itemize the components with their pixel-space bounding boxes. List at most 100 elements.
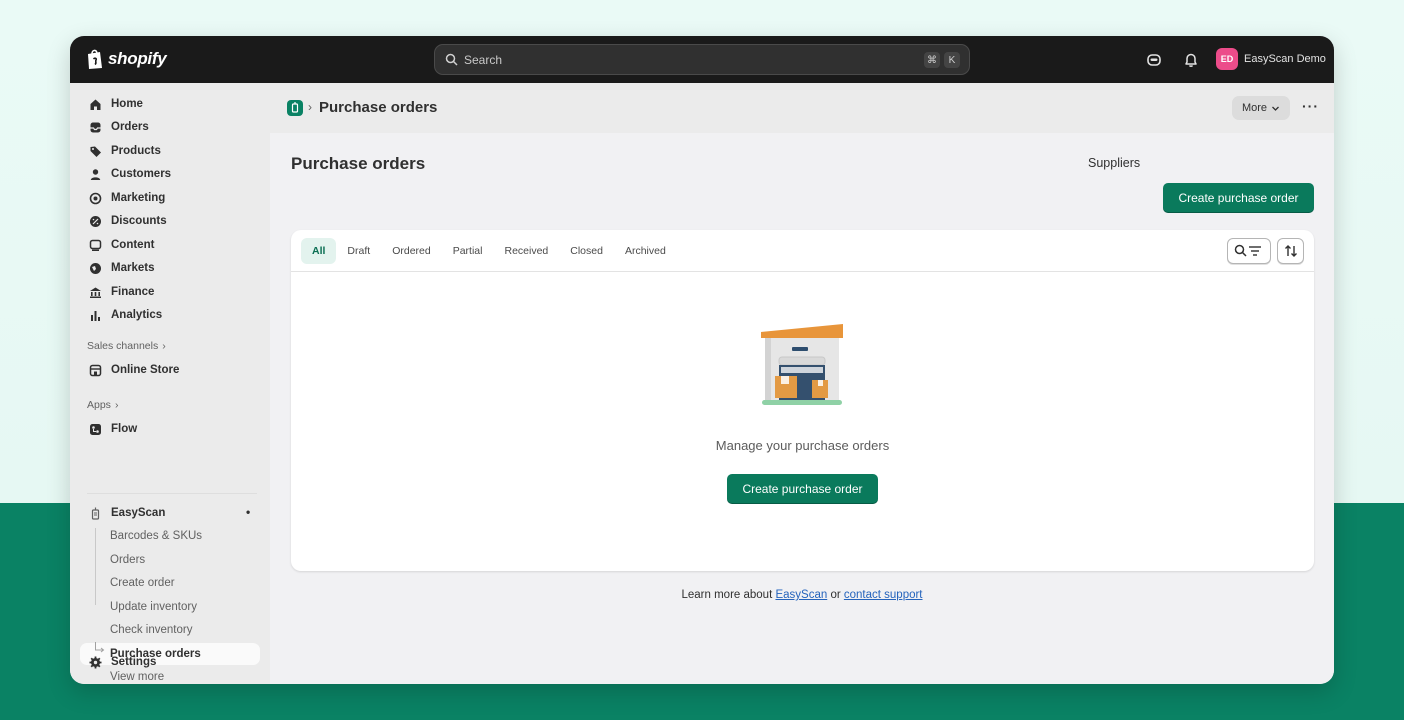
more-actions-button[interactable]: More bbox=[1232, 96, 1290, 120]
tab-partial[interactable]: Partial bbox=[442, 238, 494, 264]
sidebar-item-home[interactable]: Home bbox=[80, 93, 260, 115]
sidebar-item-label: Finance bbox=[111, 286, 155, 298]
sidebar-subitem-update-inventory[interactable]: Update inventory bbox=[80, 596, 260, 618]
flow-icon bbox=[88, 422, 102, 436]
search-filter-button[interactable] bbox=[1227, 238, 1271, 264]
sidebar-item-label: Content bbox=[111, 239, 155, 251]
tab-archived[interactable]: Archived bbox=[614, 238, 677, 264]
empty-state-message: Manage your purchase orders bbox=[715, 438, 890, 453]
apps-header[interactable]: Apps › bbox=[87, 399, 118, 411]
app-page-title: Purchase orders bbox=[319, 99, 438, 116]
tab-received[interactable]: Received bbox=[493, 238, 559, 264]
sidebar-item-orders[interactable]: Orders bbox=[80, 116, 260, 138]
tab-closed[interactable]: Closed bbox=[559, 238, 614, 264]
target-icon bbox=[88, 191, 102, 205]
overflow-menu-icon[interactable]: ··· bbox=[1302, 98, 1319, 114]
sidebar-item-label: Orders bbox=[111, 121, 149, 133]
sidebar-divider bbox=[87, 493, 257, 494]
sidebar-item-label: Settings bbox=[111, 656, 157, 668]
sidebar-item-label: Customers bbox=[111, 168, 172, 180]
top-bar: shopify Search ⌘ K ED EasyScan Demo bbox=[70, 36, 1334, 83]
suppliers-button[interactable]: Suppliers bbox=[1088, 156, 1140, 170]
person-icon bbox=[88, 167, 102, 181]
content-icon bbox=[88, 238, 102, 252]
home-icon bbox=[88, 97, 102, 111]
sidekick-icon[interactable] bbox=[1145, 51, 1163, 69]
contact-support-link[interactable]: contact support bbox=[844, 589, 923, 601]
shopify-bag-icon bbox=[88, 49, 102, 69]
chevron-down-icon bbox=[1272, 106, 1279, 111]
sidebar-item-label: Flow bbox=[111, 423, 138, 435]
sidebar-item-marketing[interactable]: Marketing bbox=[80, 187, 260, 209]
search-filter-icon bbox=[1234, 244, 1261, 257]
sidebar-item-markets[interactable]: Markets bbox=[80, 257, 260, 279]
sidebar-item-flow[interactable]: Flow bbox=[80, 418, 260, 440]
sidebar-item-content[interactable]: Content bbox=[80, 234, 260, 256]
sidebar-subitem-check-inventory[interactable]: Check inventory bbox=[80, 619, 260, 641]
sidebar-item-label: Markets bbox=[111, 262, 155, 274]
discount-icon bbox=[88, 214, 102, 228]
sidebar-subitem-barcodes[interactable]: Barcodes & SKUs bbox=[80, 525, 260, 547]
sidebar: Home Orders Products Customers Marketing bbox=[70, 83, 270, 684]
sidebar-item-label: EasyScan bbox=[111, 507, 166, 519]
sidebar-item-label: Analytics bbox=[111, 309, 163, 321]
shortcut-k-key: K bbox=[944, 52, 960, 68]
orders-icon bbox=[88, 120, 102, 134]
chevron-right-icon: › bbox=[162, 340, 166, 352]
store-icon bbox=[88, 363, 102, 377]
page-title: Purchase orders bbox=[291, 154, 426, 173]
card-divider bbox=[291, 271, 1314, 272]
sidebar-item-label: Discounts bbox=[111, 215, 167, 227]
sidebar-item-products[interactable]: Products bbox=[80, 140, 260, 162]
avatar: ED bbox=[1216, 48, 1238, 70]
easyscan-link[interactable]: EasyScan bbox=[775, 589, 827, 601]
section-label: Sales channels bbox=[87, 340, 159, 352]
shopify-logo[interactable]: shopify bbox=[86, 48, 167, 70]
pin-dot-icon[interactable]: • bbox=[246, 505, 250, 519]
sidebar-item-label: Home bbox=[111, 98, 143, 110]
sidebar-item-customers[interactable]: Customers bbox=[80, 163, 260, 185]
more-label: More bbox=[1241, 102, 1268, 114]
scanner-icon bbox=[88, 506, 102, 520]
bell-icon[interactable] bbox=[1182, 51, 1200, 69]
tab-ordered[interactable]: Ordered bbox=[381, 238, 442, 264]
filter-tabs: All Draft Ordered Partial Received Close… bbox=[301, 238, 677, 264]
sidebar-item-label: Online Store bbox=[111, 364, 180, 376]
tab-all[interactable]: All bbox=[301, 238, 337, 264]
sidebar-subitem-create-order[interactable]: Create order bbox=[80, 572, 260, 594]
sidebar-item-settings[interactable]: Settings bbox=[80, 651, 260, 673]
sort-button[interactable] bbox=[1277, 238, 1304, 264]
empty-state-create-button[interactable]: Create purchase order bbox=[727, 474, 878, 504]
sort-icon bbox=[1284, 245, 1297, 257]
sidebar-item-easyscan[interactable]: EasyScan • bbox=[80, 502, 260, 524]
sidebar-subitem-orders[interactable]: Orders bbox=[80, 549, 260, 571]
breadcrumb-separator-icon: › bbox=[308, 100, 312, 114]
sidebar-item-label: Marketing bbox=[111, 192, 166, 204]
easyscan-app-icon[interactable] bbox=[287, 100, 303, 116]
create-purchase-order-button[interactable]: Create purchase order bbox=[1163, 183, 1314, 213]
search-input[interactable]: Search ⌘ K bbox=[434, 44, 970, 75]
search-icon bbox=[445, 53, 458, 66]
footer-prefix: Learn more about bbox=[681, 589, 776, 601]
chevron-right-icon: › bbox=[114, 399, 119, 411]
sidebar-item-online-store[interactable]: Online Store bbox=[80, 359, 260, 381]
section-label: Apps bbox=[87, 399, 111, 411]
sidebar-item-analytics[interactable]: Analytics bbox=[80, 304, 260, 326]
tag-icon bbox=[88, 144, 102, 158]
search-placeholder: Search bbox=[464, 52, 503, 67]
brand-name: shopify bbox=[108, 49, 167, 68]
globe-icon bbox=[88, 261, 102, 275]
user-menu[interactable]: ED EasyScan Demo bbox=[1216, 48, 1326, 70]
app-window: shopify Search ⌘ K ED EasyScan Demo Home… bbox=[70, 36, 1334, 684]
sales-channels-header[interactable]: Sales channels › bbox=[87, 340, 166, 352]
sidebar-item-discounts[interactable]: Discounts bbox=[80, 210, 260, 232]
app-title-bar: › Purchase orders More ··· bbox=[270, 83, 1334, 133]
tab-draft[interactable]: Draft bbox=[336, 238, 381, 264]
footer-middle: or bbox=[827, 589, 844, 601]
warehouse-illustration bbox=[761, 324, 843, 405]
sidebar-item-finance[interactable]: Finance bbox=[80, 281, 260, 303]
purchase-orders-card: All Draft Ordered Partial Received Close… bbox=[291, 230, 1314, 571]
main-content: › Purchase orders More ··· Purchase orde… bbox=[270, 83, 1334, 684]
footer-help: Learn more about EasyScan or contact sup… bbox=[270, 589, 1334, 601]
user-name: EasyScan Demo bbox=[1244, 53, 1326, 65]
